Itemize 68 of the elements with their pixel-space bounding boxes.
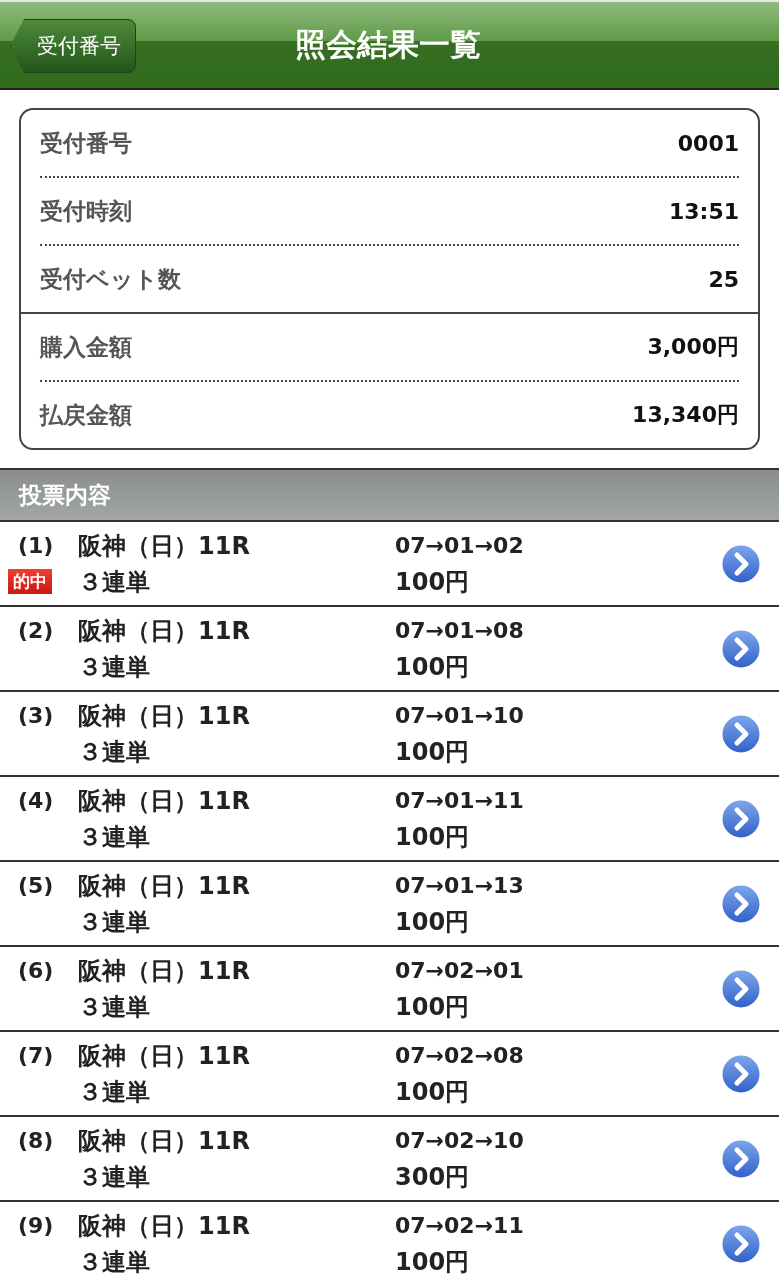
- bet-type: ３連単: [78, 991, 151, 1023]
- bet-row[interactable]: (4) 阪神（日）11R 07→01→11 ３連単 100円: [0, 777, 779, 862]
- bet-amount: 100円: [395, 1246, 471, 1278]
- bet-combination: 07→01→11: [395, 788, 525, 813]
- race-name: 阪神（日）11R: [78, 1210, 251, 1242]
- bet-number: (5): [17, 873, 55, 898]
- race-name: 阪神（日）11R: [78, 785, 251, 817]
- hit-badge: 的中: [8, 569, 52, 594]
- bet-number: (8): [17, 1128, 55, 1153]
- bet-combination: 07→01→02: [395, 533, 525, 558]
- bet-number: (6): [17, 958, 55, 983]
- bet-combination: 07→02→08: [395, 1043, 525, 1068]
- bet-amount: 100円: [395, 651, 471, 683]
- bet-type: ３連単: [78, 1246, 151, 1278]
- bet-type: ３連単: [78, 566, 151, 598]
- bet-number: (1): [17, 533, 55, 558]
- bet-type: ３連単: [78, 651, 151, 683]
- race-name: 阪神（日）11R: [78, 1040, 251, 1072]
- bet-number: (3): [17, 703, 55, 728]
- bet-combination: 07→01→13: [395, 873, 525, 898]
- bet-type: ３連単: [78, 1076, 151, 1108]
- bet-row[interactable]: (5) 阪神（日）11R 07→01→13 ３連単 100円: [0, 862, 779, 947]
- bet-combination: 07→02→01: [395, 958, 525, 983]
- bet-amount: 100円: [395, 906, 471, 938]
- race-name: 阪神（日）11R: [78, 615, 251, 647]
- summary-value: 0001: [677, 130, 739, 156]
- back-button[interactable]: 受付番号: [10, 19, 136, 73]
- bet-row[interactable]: (6) 阪神（日）11R 07→02→01 ３連単 100円: [0, 947, 779, 1032]
- bet-amount: 100円: [395, 566, 471, 598]
- bet-row[interactable]: (9) 阪神（日）11R 07→02→11 ３連単 100円: [0, 1202, 779, 1280]
- summary-value: 3,000円: [647, 333, 739, 361]
- summary-value: 13:51: [668, 198, 739, 224]
- summary-value: 25: [708, 266, 739, 292]
- summary-label: 払戻金額: [40, 400, 132, 430]
- bet-row[interactable]: (7) 阪神（日）11R 07→02→08 ３連単 100円: [0, 1032, 779, 1117]
- bet-number: (4): [17, 788, 55, 813]
- race-name: 阪神（日）11R: [78, 1125, 251, 1157]
- bet-number: (2): [17, 618, 55, 643]
- bet-amount: 100円: [395, 991, 471, 1023]
- bet-row[interactable]: (1) 阪神（日）11R 07→01→02 的中 ３連単 100円: [0, 522, 779, 607]
- race-name: 阪神（日）11R: [78, 530, 251, 562]
- bet-type: ３連単: [78, 736, 151, 768]
- summary-label: 受付時刻: [40, 196, 132, 226]
- bet-row[interactable]: (8) 阪神（日）11R 07→02→10 ３連単 300円: [0, 1117, 779, 1202]
- summary-value: 13,340円: [632, 401, 739, 429]
- summary-label: 受付番号: [40, 128, 132, 158]
- bet-amount: 100円: [395, 821, 471, 853]
- bet-number: (9): [17, 1213, 55, 1238]
- race-name: 阪神（日）11R: [78, 700, 251, 732]
- bet-number: (7): [17, 1043, 55, 1068]
- page-title: 照会結果一覧: [294, 25, 481, 64]
- bet-amount: 100円: [395, 1076, 471, 1108]
- bet-type: ３連単: [78, 821, 151, 853]
- bet-type: ３連単: [78, 906, 151, 938]
- race-name: 阪神（日）11R: [78, 955, 251, 987]
- bet-type: ３連単: [78, 1161, 151, 1193]
- section-title: 投票内容: [19, 480, 111, 510]
- bet-combination: 07→01→08: [395, 618, 525, 643]
- bet-amount: 100円: [395, 736, 471, 768]
- bet-combination: 07→02→11: [395, 1213, 525, 1238]
- summary-label: 購入金額: [40, 332, 132, 362]
- bet-row[interactable]: (2) 阪神（日）11R 07→01→08 ３連単 100円: [0, 607, 779, 692]
- bet-combination: 07→02→10: [395, 1128, 525, 1153]
- race-name: 阪神（日）11R: [78, 870, 251, 902]
- summary-label: 受付ベット数: [40, 264, 181, 294]
- bet-combination: 07→01→10: [395, 703, 525, 728]
- bet-row[interactable]: (3) 阪神（日）11R 07→01→10 ３連単 100円: [0, 692, 779, 777]
- bet-amount: 300円: [395, 1161, 471, 1193]
